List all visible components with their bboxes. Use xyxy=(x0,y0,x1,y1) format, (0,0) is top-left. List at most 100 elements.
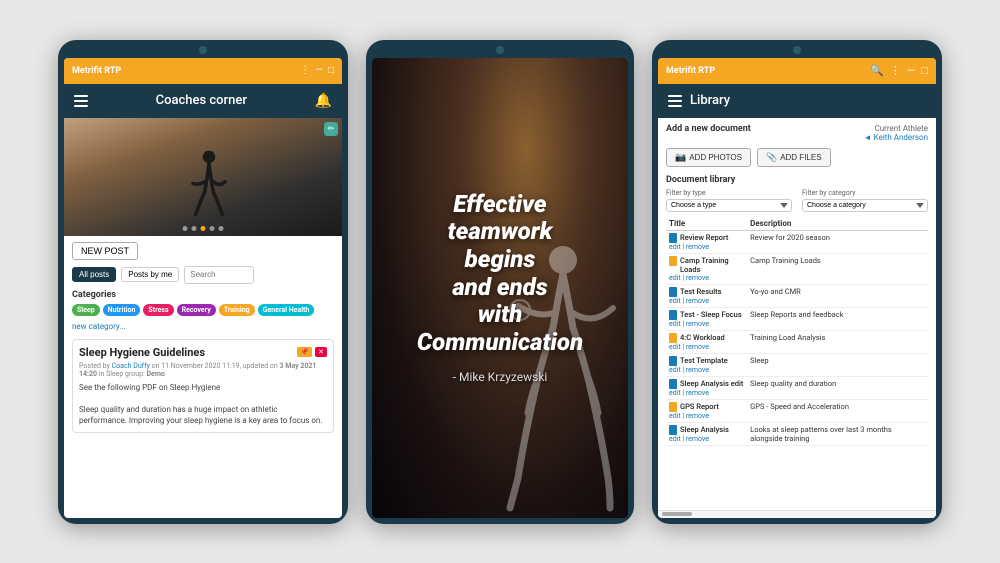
cat-nutrition[interactable]: Nutrition xyxy=(103,304,141,316)
table-row: 4:C Workload edit | remove Training Load… xyxy=(666,330,928,353)
doc-actions[interactable]: edit | remove xyxy=(669,243,744,251)
add-files-button[interactable]: 📎 ADD FILES xyxy=(757,148,831,167)
left-header-title: Coaches corner xyxy=(156,93,247,108)
cat-training[interactable]: Training xyxy=(219,304,255,316)
delete-badge[interactable]: ✕ xyxy=(315,347,327,357)
minimize-icon[interactable]: — xyxy=(315,65,323,76)
doc-title-cell: Review Report edit | remove xyxy=(666,230,747,253)
filter-type-col: Filter by type Choose a type xyxy=(666,189,792,212)
left-app-title: Metrifit RTP xyxy=(72,66,121,76)
all-posts-filter[interactable]: All posts xyxy=(72,267,116,282)
main-scene: Metrifit RTP ⋮ — □ Coaches corner 🔔 xyxy=(38,20,962,544)
filter-type-select[interactable]: Choose a type xyxy=(666,199,792,212)
cat-sleep[interactable]: Sleep xyxy=(72,304,100,316)
doc-actions[interactable]: edit | remove xyxy=(669,435,744,443)
doc-actions[interactable]: edit | remove xyxy=(669,297,744,305)
scrollbar-thumb[interactable] xyxy=(662,512,692,516)
doc-name: Sleep Analysis edit xyxy=(680,379,743,388)
doc-name: Review Report xyxy=(680,233,728,242)
doc-description-cell: Sleep xyxy=(747,353,928,376)
col-description: Description xyxy=(747,217,928,231)
doc-actions[interactable]: edit | remove xyxy=(669,343,744,351)
filter-row: All posts Posts by me xyxy=(72,266,334,284)
right-topbar-icons: 🔍 ⋮ — □ xyxy=(870,64,928,77)
doc-description-cell: Looks at sleep patterns over last 3 mont… xyxy=(747,422,928,445)
new-post-button[interactable]: NEW POST xyxy=(72,242,138,260)
athlete-name-link[interactable]: ◄ Keith Anderson xyxy=(864,133,928,142)
scrollbar-area xyxy=(658,510,936,518)
doc-file-icon xyxy=(669,402,677,412)
tablet-camera-middle xyxy=(496,46,504,54)
hamburger-menu[interactable] xyxy=(74,95,88,107)
filter-category-select[interactable]: Choose a category xyxy=(802,199,928,212)
hero-bg xyxy=(64,118,342,236)
doc-file-icon xyxy=(669,333,677,343)
right-hamburger-menu[interactable] xyxy=(668,95,682,107)
doc-title-cell: GPS Report edit | remove xyxy=(666,399,747,422)
right-header: Library xyxy=(658,84,936,118)
add-photos-button[interactable]: 📷 ADD PHOTOS xyxy=(666,148,751,167)
doc-name: Test - Sleep Focus xyxy=(680,310,742,319)
carousel-dot-active[interactable] xyxy=(201,226,206,231)
table-row: Camp Training Loads edit | remove Camp T… xyxy=(666,253,928,284)
posts-by-me-filter[interactable]: Posts by me xyxy=(121,267,179,282)
cat-stress[interactable]: Stress xyxy=(143,304,173,316)
close-icon[interactable]: □ xyxy=(328,65,334,76)
doc-actions[interactable]: edit | remove xyxy=(669,274,744,282)
doc-actions[interactable]: edit | remove xyxy=(669,320,744,328)
document-table: Title Description Review Report edit | r… xyxy=(666,217,928,446)
quote-block: Effective teamwork begins and ends with … xyxy=(401,171,599,405)
more-options-icon[interactable]: ⋮ xyxy=(890,64,901,77)
minimize-icon[interactable]: — xyxy=(907,64,916,77)
doc-actions[interactable]: edit | remove xyxy=(669,366,744,374)
current-athlete: Current Athlete ◄ Keith Anderson xyxy=(864,124,928,142)
right-tablet: Metrifit RTP 🔍 ⋮ — □ Library xyxy=(652,40,942,524)
middle-screen: Effective teamwork begins and ends with … xyxy=(372,58,628,518)
doc-file-icon xyxy=(669,256,677,266)
doc-description-cell: Review for 2020 season xyxy=(747,230,928,253)
post-card-header: Sleep Hygiene Guidelines 📌 ✕ xyxy=(79,346,327,359)
more-options-icon[interactable]: ⋮ xyxy=(300,65,310,76)
quote-text: Effective teamwork begins and ends with … xyxy=(417,191,583,357)
doc-actions[interactable]: edit | remove xyxy=(669,389,744,397)
notification-bell-icon[interactable]: 🔔 xyxy=(315,93,332,109)
filter-category-label: Filter by category xyxy=(802,189,928,197)
cat-general-health[interactable]: General Health xyxy=(258,304,315,316)
doc-file-icon xyxy=(669,287,677,297)
doc-actions[interactable]: edit | remove xyxy=(669,412,744,420)
hero-edit-icon[interactable]: ✏ xyxy=(324,122,338,136)
close-icon[interactable]: □ xyxy=(921,64,928,77)
doc-title-cell: Sleep Analysis edit edit | remove xyxy=(666,376,747,399)
new-category-link[interactable]: new category... xyxy=(72,322,334,331)
doc-name: Test Template xyxy=(680,356,728,365)
col-title: Title xyxy=(666,217,747,231)
middle-screen-container: Effective teamwork begins and ends with … xyxy=(372,58,628,518)
camera-icon: 📷 xyxy=(675,152,686,163)
post-card: Sleep Hygiene Guidelines 📌 ✕ Posted by C… xyxy=(72,339,334,434)
table-row: Sleep Analysis edit edit | remove Sleep … xyxy=(666,376,928,399)
carousel-dot[interactable] xyxy=(183,226,188,231)
doc-name: 4:C Workload xyxy=(680,333,725,342)
search-input[interactable] xyxy=(184,266,254,284)
post-badges: 📌 ✕ xyxy=(297,347,327,357)
carousel-dot[interactable] xyxy=(219,226,224,231)
doc-name: Sleep Analysis xyxy=(680,425,729,434)
doc-file-icon xyxy=(669,233,677,243)
carousel-dot[interactable] xyxy=(192,226,197,231)
doc-file-icon xyxy=(669,356,677,366)
upload-buttons: 📷 ADD PHOTOS 📎 ADD FILES xyxy=(666,148,928,167)
add-files-label: ADD FILES xyxy=(780,153,821,162)
doc-name-row: Test Results xyxy=(669,287,744,297)
search-icon[interactable]: 🔍 xyxy=(870,64,884,77)
doc-name-row: Sleep Analysis edit xyxy=(669,379,744,389)
post-body: Sleep quality and duration has a huge im… xyxy=(79,404,327,426)
doc-name: Camp Training Loads xyxy=(680,256,744,274)
tablet-camera-left xyxy=(199,46,207,54)
cat-recovery[interactable]: Recovery xyxy=(177,304,216,316)
pencil-icon: ✏ xyxy=(328,124,335,133)
author-link[interactable]: Coach Duffy xyxy=(112,362,150,370)
doc-name-row: Test Template xyxy=(669,356,744,366)
carousel-dot[interactable] xyxy=(210,226,215,231)
attachment-icon: 📎 xyxy=(766,152,777,163)
doc-file-icon xyxy=(669,425,677,435)
